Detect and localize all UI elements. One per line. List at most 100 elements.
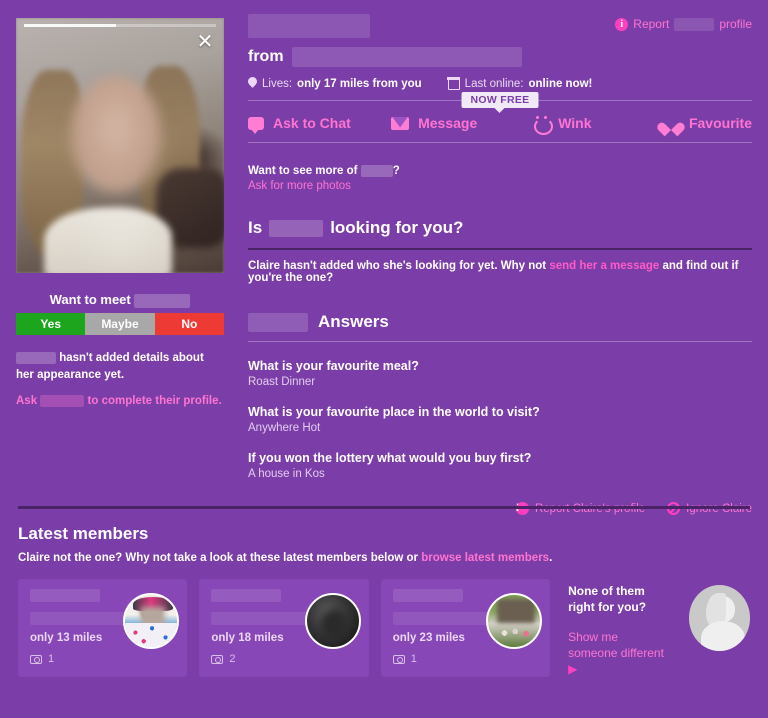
latest-members-section: Latest members Claire not the one? Why n… bbox=[0, 524, 768, 718]
answer-question: What is your favourite place in the worl… bbox=[248, 405, 540, 420]
member-photo-count: 1 bbox=[392, 653, 417, 665]
redacted-name bbox=[269, 219, 324, 237]
profile-meta-row: Lives: only 17 miles from you Last onlin… bbox=[248, 77, 752, 90]
heart-icon bbox=[663, 116, 680, 131]
redacted-name bbox=[134, 293, 191, 308]
profile-name-redacted bbox=[248, 14, 370, 38]
answer-question: What is your favourite meal? bbox=[248, 359, 419, 374]
profile-photo[interactable]: ✕ bbox=[16, 18, 224, 273]
show-different-label: Show me someone different bbox=[568, 630, 664, 660]
location-pin-icon bbox=[248, 77, 257, 90]
from-label: from bbox=[248, 48, 284, 65]
member-card[interactable]: only 23 miles 1 bbox=[380, 579, 551, 677]
member-avatar[interactable] bbox=[123, 593, 180, 649]
redacted-name bbox=[248, 312, 308, 332]
ask-complete-profile-link[interactable]: Ask to complete their profile. bbox=[16, 394, 231, 409]
member-name-redacted bbox=[392, 589, 463, 602]
send-message-link[interactable]: send her a message bbox=[549, 260, 659, 272]
member-card[interactable]: only 18 miles 2 bbox=[199, 579, 369, 677]
show-someone-different-link[interactable]: Show me someone different ▶ bbox=[568, 629, 669, 677]
answer-value: Anywhere Hot bbox=[248, 422, 321, 435]
now-free-badge: NOW FREE bbox=[461, 92, 539, 113]
favourite-button[interactable]: Favourite bbox=[663, 115, 752, 131]
want-to-meet-buttons: Yes Maybe No bbox=[16, 313, 224, 335]
redacted-name bbox=[40, 394, 85, 407]
member-photo-count: 1 bbox=[30, 653, 54, 665]
answer-question: If you won the lottery what would you bu… bbox=[248, 451, 532, 466]
redacted-name bbox=[360, 165, 393, 177]
member-card[interactable]: ... only 13 miles 1 bbox=[18, 579, 188, 677]
latest-subtitle-before: Claire not the one? Why not take a look … bbox=[18, 552, 419, 564]
ask-for-more-photos-link[interactable]: Ask for more photos bbox=[248, 180, 752, 192]
photo-detail-face-blur bbox=[70, 76, 162, 194]
lives-value: only 17 miles from you bbox=[297, 77, 422, 90]
member-avatar[interactable] bbox=[304, 593, 361, 649]
ask-prefix: Ask bbox=[16, 395, 38, 407]
play-arrow-icon: ▶ bbox=[568, 662, 578, 676]
none-right-text: None of them right for you? bbox=[568, 584, 647, 614]
camera-icon bbox=[392, 654, 405, 664]
photo-progress-bar[interactable] bbox=[24, 24, 216, 27]
report-suffix: profile bbox=[719, 17, 752, 31]
looking-for-heading: Is looking for you? bbox=[248, 218, 752, 251]
browse-latest-members-link[interactable]: browse latest members bbox=[421, 552, 549, 564]
favourite-label: Favourite bbox=[688, 115, 752, 131]
latest-members-title: Latest members bbox=[18, 524, 149, 543]
member-distance: only 13 miles bbox=[30, 632, 103, 644]
profile-header-row: i Report profile bbox=[248, 14, 752, 40]
want-to-meet-text: Want to meet bbox=[49, 292, 131, 307]
looking-for-prefix: Is bbox=[248, 218, 263, 238]
latest-members-cards: ... only 13 miles 1 only 18 miles 2 bbox=[18, 579, 750, 677]
wink-button[interactable]: Wink bbox=[534, 115, 663, 135]
member-distance: only 23 miles bbox=[392, 632, 465, 644]
no-button[interactable]: No bbox=[154, 313, 224, 335]
message-button[interactable]: Message bbox=[391, 115, 534, 131]
maybe-button[interactable]: Maybe bbox=[85, 313, 155, 335]
lives-label: Lives: bbox=[262, 77, 293, 90]
avatar-detail-face-blur bbox=[141, 607, 166, 629]
latest-subtitle-after: . bbox=[549, 552, 553, 564]
chat-bubble-icon bbox=[248, 116, 264, 134]
last-online-meta: Last online: online now! bbox=[447, 77, 592, 90]
looking-for-body-before: Claire hasn't added who she's looking fo… bbox=[248, 260, 547, 273]
close-icon[interactable]: ✕ bbox=[194, 32, 216, 54]
redacted-name bbox=[16, 351, 56, 364]
last-online-label: Last online: bbox=[464, 77, 524, 90]
camera-icon bbox=[211, 654, 224, 664]
message-label: Message bbox=[418, 115, 478, 131]
see-more-photos-block: Want to see more of ? Ask for more photo… bbox=[248, 165, 752, 192]
avatar-detail-face-blur bbox=[497, 599, 536, 623]
member-name-redacted bbox=[30, 589, 100, 602]
report-profile-link-top[interactable]: i Report profile bbox=[615, 17, 752, 31]
answer-item: What is your favourite meal? Roast Dinne… bbox=[248, 359, 752, 388]
photo-count-value: 1 bbox=[410, 653, 417, 665]
profile-page: ✕ Want to meet Yes Maybe No hasn't added… bbox=[0, 0, 768, 718]
answer-item: If you won the lottery what would you bu… bbox=[248, 451, 752, 480]
appearance-note: hasn't added details about her appearanc… bbox=[16, 350, 224, 384]
photo-sidebar: ✕ Want to meet Yes Maybe No hasn't added… bbox=[0, 0, 240, 500]
answer-value: Roast Dinner bbox=[248, 376, 316, 389]
looking-for-suffix: looking for you? bbox=[330, 218, 464, 238]
section-divider bbox=[18, 506, 750, 509]
profile-main: i Report profile from Lives: only 17 mil… bbox=[240, 0, 768, 516]
yes-button[interactable]: Yes bbox=[16, 313, 86, 335]
looking-for-body: Claire hasn't added who she's looking fo… bbox=[248, 260, 752, 284]
answers-heading-label: Answers bbox=[318, 312, 389, 332]
photo-count-value: 1 bbox=[48, 653, 55, 665]
want-to-meet-label: Want to meet bbox=[0, 292, 240, 308]
ask-to-chat-button[interactable]: Ask to Chat bbox=[248, 115, 391, 134]
see-more-question: Want to see more of ? bbox=[248, 165, 752, 177]
calendar-icon bbox=[447, 77, 461, 90]
envelope-icon bbox=[391, 116, 410, 130]
info-icon: i bbox=[615, 17, 629, 31]
avatar-detail-hair bbox=[705, 593, 726, 627]
wink-label: Wink bbox=[558, 115, 592, 131]
wink-face-icon bbox=[534, 115, 554, 135]
photo-detail-sweater bbox=[44, 208, 172, 273]
member-tagline-redacted bbox=[30, 612, 130, 625]
answers-heading: Answers bbox=[248, 312, 752, 343]
report-label: Report bbox=[633, 17, 670, 31]
placeholder-avatar bbox=[688, 585, 750, 651]
profile-action-bar: Ask to Chat Message Wink Favourite bbox=[248, 115, 752, 143]
member-avatar[interactable] bbox=[486, 593, 543, 649]
